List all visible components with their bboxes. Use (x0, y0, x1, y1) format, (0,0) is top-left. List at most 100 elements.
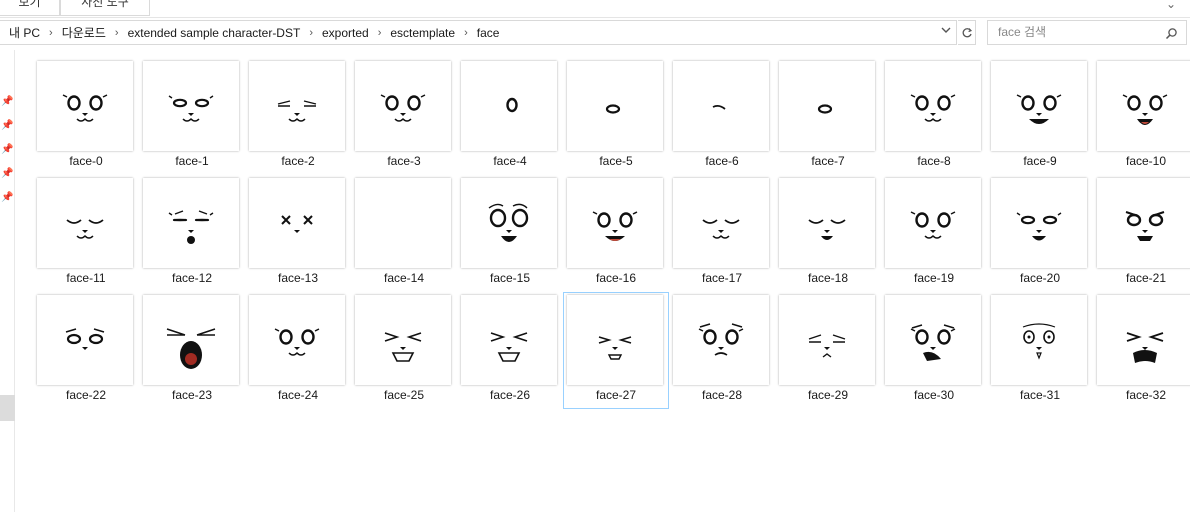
file-thumbnail (461, 61, 557, 151)
file-thumbnail (885, 61, 981, 151)
file-thumbnail (779, 295, 875, 385)
file-thumbnail (249, 295, 345, 385)
file-item[interactable]: face-2 (245, 58, 351, 175)
file-item[interactable]: face-13 (245, 175, 351, 292)
tab-picture-tools[interactable]: 사진 도구 (60, 0, 150, 16)
chevron-right-icon[interactable]: › (303, 27, 319, 39)
file-item[interactable]: face-24 (245, 292, 351, 409)
breadcrumb-exported[interactable]: exported (319, 26, 372, 40)
pin-icon[interactable]: 📌 (1, 144, 13, 156)
file-name: face-27 (595, 388, 637, 402)
file-thumbnail (355, 178, 451, 268)
chevron-down-icon[interactable]: ⌄ (1166, 0, 1176, 11)
file-item[interactable]: face-10 (1093, 58, 1190, 175)
file-item[interactable]: face-15 (457, 175, 563, 292)
breadcrumb-esctemplate[interactable]: esctemplate (387, 26, 458, 40)
file-name: face-3 (387, 154, 421, 168)
file-thumbnail (885, 295, 981, 385)
file-name: face-30 (913, 388, 955, 402)
ribbon: 보기 사진 도구 ⌄ (0, 0, 1190, 18)
breadcrumb-extended-sample[interactable]: extended sample character-DST (125, 26, 304, 40)
refresh-icon[interactable] (958, 20, 976, 45)
file-thumbnail (885, 178, 981, 268)
file-thumbnail (779, 61, 875, 151)
pin-icon[interactable]: 📌 (1, 192, 13, 204)
chevron-right-icon[interactable]: › (458, 27, 474, 39)
breadcrumb-downloads[interactable]: 다운로드 (59, 24, 109, 41)
chevron-down-icon[interactable] (940, 24, 952, 39)
file-name: face-22 (65, 388, 107, 402)
file-name: face-11 (66, 271, 106, 285)
scrollbar-thumb[interactable] (0, 395, 15, 421)
file-name: face-2 (281, 154, 315, 168)
breadcrumb-face[interactable]: face (474, 26, 503, 40)
file-thumbnail (355, 295, 451, 385)
pin-icon[interactable]: 📌 (1, 120, 13, 132)
file-item[interactable]: face-21 (1093, 175, 1190, 292)
file-item[interactable]: face-28 (669, 292, 775, 409)
file-item[interactable]: face-5 (563, 58, 669, 175)
file-name: face-15 (489, 271, 531, 285)
file-item[interactable]: face-4 (457, 58, 563, 175)
breadcrumb-this-pc[interactable]: 내 PC (6, 24, 43, 41)
search-input[interactable]: face 검색 (987, 20, 1187, 45)
chevron-right-icon[interactable]: › (43, 27, 59, 39)
file-item[interactable]: face-7 (775, 58, 881, 175)
file-thumbnail (1097, 295, 1190, 385)
file-thumbnail (673, 61, 769, 151)
file-item[interactable]: face-9 (987, 58, 1093, 175)
chevron-right-icon[interactable]: › (372, 27, 388, 39)
file-name: face-17 (701, 271, 743, 285)
file-item[interactable]: face-23 (139, 292, 245, 409)
file-item[interactable]: face-18 (775, 175, 881, 292)
file-item[interactable]: face-26 (457, 292, 563, 409)
file-item[interactable]: face-1 (139, 58, 245, 175)
tab-view[interactable]: 보기 (0, 0, 60, 16)
file-item[interactable]: face-20 (987, 175, 1093, 292)
file-item[interactable]: face-30 (881, 292, 987, 409)
file-name: face-19 (913, 271, 955, 285)
file-thumbnail (143, 61, 239, 151)
file-item[interactable]: face-27 (563, 292, 669, 409)
file-thumbnail (37, 295, 133, 385)
file-item[interactable]: face-12 (139, 175, 245, 292)
file-item[interactable]: face-25 (351, 292, 457, 409)
file-item[interactable]: face-17 (669, 175, 775, 292)
chevron-right-icon[interactable]: › (109, 27, 125, 39)
file-thumbnail (567, 61, 663, 151)
file-thumbnail (249, 178, 345, 268)
file-item[interactable]: face-6 (669, 58, 775, 175)
search-icon[interactable] (1165, 21, 1178, 47)
file-name: face-10 (1125, 154, 1167, 168)
file-item[interactable]: face-8 (881, 58, 987, 175)
pin-icon[interactable]: 📌 (1, 96, 13, 108)
file-name: face-13 (277, 271, 319, 285)
breadcrumb[interactable]: 내 PC › 다운로드 › extended sample character-… (0, 20, 957, 45)
file-thumbnail (461, 178, 557, 268)
file-name: face-31 (1019, 388, 1061, 402)
file-thumbnail (1097, 61, 1190, 151)
file-item[interactable]: face-11 (33, 175, 139, 292)
file-name: face-4 (493, 154, 527, 168)
file-item[interactable]: face-0 (33, 58, 139, 175)
file-name: face-5 (599, 154, 633, 168)
file-item[interactable]: face-14 (351, 175, 457, 292)
file-name: face-20 (1019, 271, 1061, 285)
file-thumbnail (567, 295, 663, 385)
file-item[interactable]: face-22 (33, 292, 139, 409)
file-item[interactable]: face-3 (351, 58, 457, 175)
file-thumbnail (143, 295, 239, 385)
file-name: face-26 (489, 388, 531, 402)
file-name: face-23 (171, 388, 213, 402)
file-item[interactable]: face-19 (881, 175, 987, 292)
file-item[interactable]: face-29 (775, 292, 881, 409)
pin-icon[interactable]: 📌 (1, 168, 13, 180)
file-name: face-12 (171, 271, 213, 285)
file-item[interactable]: face-31 (987, 292, 1093, 409)
file-thumbnail (567, 178, 663, 268)
file-item[interactable]: face-32 (1093, 292, 1190, 409)
file-thumbnail (249, 61, 345, 151)
file-item[interactable]: face-16 (563, 175, 669, 292)
search-placeholder: face 검색 (998, 25, 1047, 39)
file-name: face-29 (807, 388, 849, 402)
